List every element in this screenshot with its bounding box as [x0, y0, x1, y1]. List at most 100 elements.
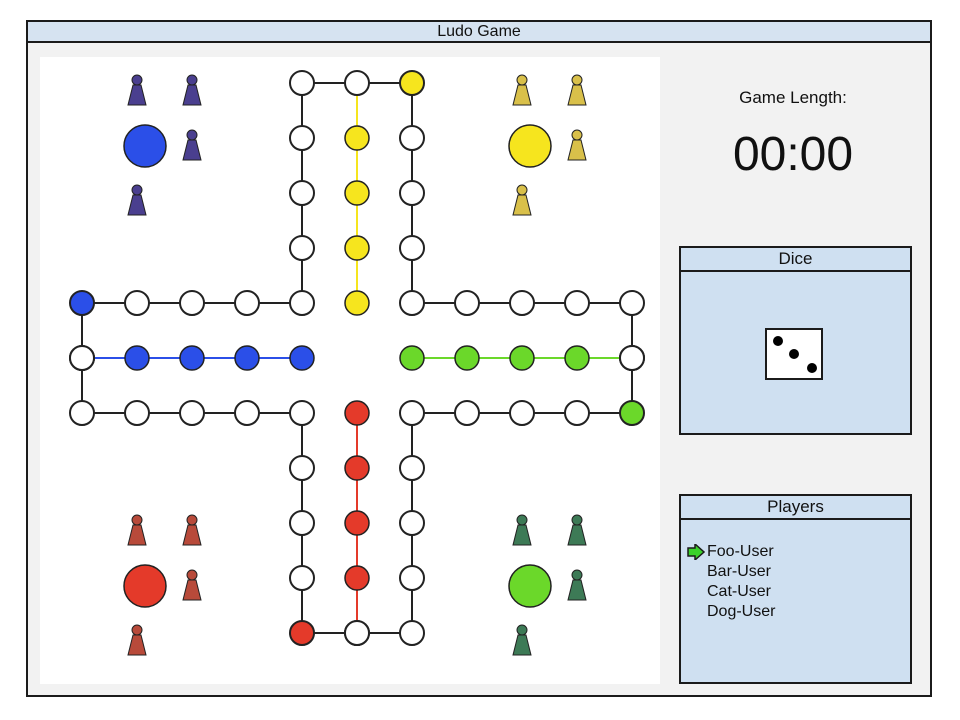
player-name[interactable]: Dog-User	[707, 602, 775, 622]
pawn-icon	[131, 624, 143, 636]
yellow-goal-field	[344, 125, 370, 151]
pawn-icon	[182, 524, 202, 546]
yellow-base-circle	[508, 124, 552, 168]
blue-goal-field	[234, 345, 260, 371]
pawn-icon	[127, 84, 147, 106]
dice-pip	[773, 336, 783, 346]
yellow-goal-field	[344, 235, 370, 261]
window-title: Ludo Game	[28, 22, 930, 43]
pawn-icon	[512, 194, 532, 216]
yellow-goal-field	[344, 290, 370, 316]
track-field	[289, 290, 315, 316]
pawn-icon	[182, 579, 202, 601]
green-goal-field	[564, 345, 590, 371]
pawn-icon	[131, 184, 143, 196]
pawn-icon	[571, 129, 583, 141]
game-length-label: Game Length:	[739, 88, 847, 107]
pawn-icon	[567, 579, 587, 601]
ludo-board[interactable]	[40, 57, 660, 684]
pawn-icon	[516, 514, 528, 526]
player-name[interactable]: Foo-User	[707, 542, 775, 562]
track-field	[399, 70, 425, 96]
track-field	[399, 455, 425, 481]
blue-goal-field	[179, 345, 205, 371]
green-base-circle	[508, 564, 552, 608]
red-goal-field	[344, 455, 370, 481]
pawn-icon	[512, 84, 532, 106]
ludo-window: Ludo Game Game Length: 00:00 Dice Player…	[26, 20, 932, 697]
track-field	[399, 400, 425, 426]
red-goal-field	[344, 400, 370, 426]
track-field	[399, 290, 425, 316]
board-canvas[interactable]	[40, 57, 660, 684]
red-goal-field	[344, 510, 370, 536]
pawn-icon	[516, 624, 528, 636]
player-name[interactable]: Bar-User	[707, 562, 775, 582]
pawn-icon	[186, 74, 198, 86]
track-field	[289, 400, 315, 426]
game-length-timer: 00:00	[732, 128, 854, 181]
track-field	[509, 290, 535, 316]
track-field	[454, 290, 480, 316]
yellow-goal-field	[344, 180, 370, 206]
track-field	[179, 290, 205, 316]
track-field	[289, 565, 315, 591]
track-field	[399, 235, 425, 261]
track-field	[619, 290, 645, 316]
pawn-icon	[131, 74, 143, 86]
blue-goal-field	[124, 345, 150, 371]
track-field	[289, 70, 315, 96]
blue-goal-field	[289, 345, 315, 371]
track-field	[289, 235, 315, 261]
track-field	[69, 345, 95, 371]
track-field	[124, 290, 150, 316]
track-field	[344, 620, 370, 646]
track-field	[179, 400, 205, 426]
green-goal-field	[399, 345, 425, 371]
pawn-icon	[512, 634, 532, 656]
pawn-icon	[571, 74, 583, 86]
dice-pip	[807, 363, 817, 373]
red-base-circle	[123, 564, 167, 608]
pawn-icon	[516, 184, 528, 196]
track-field	[509, 400, 535, 426]
track-field	[289, 455, 315, 481]
track-field	[289, 125, 315, 151]
pawn-icon	[127, 524, 147, 546]
track-field	[234, 290, 260, 316]
pawn-icon	[182, 84, 202, 106]
players-list: Foo-User Bar-User Cat-User Dog-User	[707, 542, 775, 622]
track-field	[124, 400, 150, 426]
track-field	[619, 400, 645, 426]
track-field	[564, 400, 590, 426]
track-field	[399, 180, 425, 206]
track-field	[234, 400, 260, 426]
track-field	[454, 400, 480, 426]
track-field	[399, 620, 425, 646]
track-field	[69, 400, 95, 426]
pawn-icon	[186, 514, 198, 526]
track-field	[289, 180, 315, 206]
pawn-icon	[571, 514, 583, 526]
pawn-icon	[186, 129, 198, 141]
dice-pip	[789, 349, 799, 359]
track-field	[344, 70, 370, 96]
dice-panel-title: Dice	[681, 248, 910, 272]
current-turn-arrow-icon	[687, 544, 705, 560]
player-name[interactable]: Cat-User	[707, 582, 775, 602]
pawn-icon	[571, 569, 583, 581]
pawn-icon	[182, 139, 202, 161]
pawn-icon	[127, 634, 147, 656]
track-field	[619, 345, 645, 371]
players-panel: Players Foo-User Bar-User Cat-User Dog-U…	[679, 494, 912, 684]
track-field	[564, 290, 590, 316]
green-goal-field	[509, 345, 535, 371]
green-goal-field	[454, 345, 480, 371]
red-goal-field	[344, 565, 370, 591]
dice-button[interactable]	[765, 328, 823, 380]
track-field	[289, 620, 315, 646]
track-field	[399, 565, 425, 591]
pawn-icon	[567, 139, 587, 161]
track-field	[399, 510, 425, 536]
pawn-icon	[186, 569, 198, 581]
